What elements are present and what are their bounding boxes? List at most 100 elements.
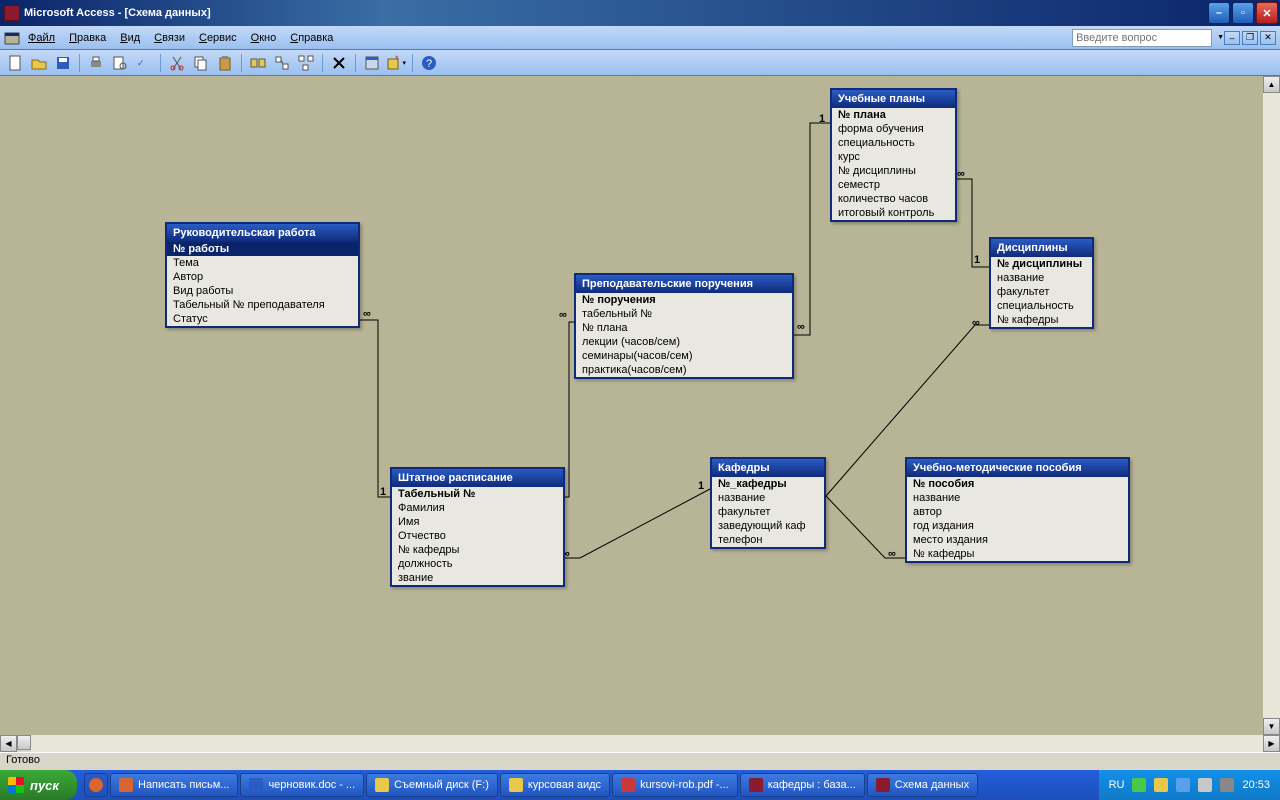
delete-icon[interactable] [328,52,350,74]
table-field[interactable]: № кафедры [907,547,1128,561]
table-field[interactable]: специальность [832,136,955,150]
table-field[interactable]: № дисциплины [991,257,1092,271]
show-all-icon[interactable] [295,52,317,74]
table-field[interactable]: практика(часов/сем) [576,363,792,377]
table-field[interactable]: Автор [167,270,358,284]
menu-edit[interactable]: Правка [69,32,106,44]
menu-file[interactable]: Файл [28,32,55,44]
mdi-close-button[interactable]: ✕ [1260,31,1276,45]
table-field[interactable]: № дисциплины [832,164,955,178]
question-dropdown-icon[interactable]: ▼ [1216,34,1224,41]
start-button[interactable]: пуск [0,770,77,800]
taskbar-item[interactable]: kursovi-rob.pdf -... [612,773,738,797]
cut-icon[interactable] [166,52,188,74]
table-field[interactable]: Табельный № преподавателя [167,298,358,312]
tray-icon-3[interactable] [1176,778,1190,792]
table-field[interactable]: лекции (часов/сем) [576,335,792,349]
qlaunch-firefox[interactable] [84,773,108,797]
open-icon[interactable] [28,52,50,74]
table-rukovoditelskaya-rabota[interactable]: Руководительская работа№ работыТемаАвтор… [165,222,360,328]
table-field[interactable]: семинары(часов/сем) [576,349,792,363]
db-window-icon[interactable] [361,52,383,74]
menu-view[interactable]: Вид [120,32,140,44]
table-field[interactable]: факультет [991,285,1092,299]
copy-icon[interactable] [190,52,212,74]
new-object-icon[interactable]: *▾ [385,52,407,74]
table-field[interactable]: № плана [832,108,955,122]
table-field[interactable]: Имя [392,515,563,529]
print-icon[interactable] [85,52,107,74]
table-title[interactable]: Руководительская работа [167,224,358,242]
table-field[interactable]: Статус [167,312,358,326]
tray-icon-1[interactable] [1132,778,1146,792]
help-icon[interactable]: ? [418,52,440,74]
relationships-canvas[interactable]: 1 ∞ 1 ∞ 1 ∞ 1 ∞ 1 ∞ 1 ∞ ∞ Руководительск… [0,76,1280,735]
restore-button[interactable]: ▫ [1232,2,1254,24]
print-preview-icon[interactable] [109,52,131,74]
table-field[interactable]: Отчество [392,529,563,543]
table-title[interactable]: Дисциплины [991,239,1092,257]
show-table-icon[interactable] [247,52,269,74]
table-prepodavatelskie-porucheniya[interactable]: Преподавательские поручения№ порученията… [574,273,794,379]
tray-icon-4[interactable] [1198,778,1212,792]
taskbar-item[interactable]: черновик.doc - ... [240,773,364,797]
new-icon[interactable] [4,52,26,74]
table-title[interactable]: Учебные планы [832,90,955,108]
table-title[interactable]: Преподавательские поручения [576,275,792,293]
taskbar-item[interactable]: Съемный диск (F:) [366,773,498,797]
language-indicator[interactable]: RU [1109,779,1125,791]
table-field[interactable]: автор [907,505,1128,519]
table-field[interactable]: семестр [832,178,955,192]
table-field[interactable]: Табельный № [392,487,563,501]
table-kafedry[interactable]: Кафедры№_кафедрыназваниефакультетзаведую… [710,457,826,549]
scroll-thumb[interactable] [17,735,31,750]
table-shtatnoe-raspisanie[interactable]: Штатное расписаниеТабельный №ФамилияИмяО… [390,467,565,587]
taskbar-item[interactable]: Написать письм... [110,773,238,797]
table-field[interactable]: название [712,491,824,505]
scroll-up-icon[interactable]: ▲ [1263,76,1280,93]
close-button[interactable]: ✕ [1256,2,1278,24]
table-field[interactable]: место издания [907,533,1128,547]
menu-help[interactable]: Справка [290,32,333,44]
table-uchebnye-plany[interactable]: Учебные планы№ планаформа обученияспециа… [830,88,957,222]
table-field[interactable]: № пособия [907,477,1128,491]
scroll-right-icon[interactable]: ▶ [1263,735,1280,752]
table-field[interactable]: телефон [712,533,824,547]
table-field[interactable]: № работы [167,242,358,256]
taskbar-item[interactable]: курсовая аидс [500,773,610,797]
minimize-button[interactable]: – [1208,2,1230,24]
tray-icon-2[interactable] [1154,778,1168,792]
table-field[interactable]: факультет [712,505,824,519]
save-icon[interactable] [52,52,74,74]
table-field[interactable]: № плана [576,321,792,335]
table-field[interactable]: Тема [167,256,358,270]
table-field[interactable]: Фамилия [392,501,563,515]
help-question-input[interactable] [1072,29,1212,47]
table-field[interactable]: табельный № [576,307,792,321]
table-field[interactable]: курс [832,150,955,164]
table-field[interactable]: количество часов [832,192,955,206]
taskbar-item[interactable]: кафедры : база... [740,773,865,797]
table-field[interactable]: Вид работы [167,284,358,298]
table-field[interactable]: № поручения [576,293,792,307]
table-title[interactable]: Штатное расписание [392,469,563,487]
menu-tools[interactable]: Сервис [199,32,237,44]
horizontal-scrollbar[interactable]: ◀ ▶ [0,735,1280,752]
paste-icon[interactable] [214,52,236,74]
mdi-restore-button[interactable]: ❐ [1242,31,1258,45]
mdi-minimize-button[interactable]: – [1224,31,1240,45]
table-field[interactable]: звание [392,571,563,585]
menu-window[interactable]: Окно [251,32,277,44]
scroll-left-icon[interactable]: ◀ [0,735,17,752]
table-field[interactable]: № кафедры [991,313,1092,327]
table-field[interactable]: название [907,491,1128,505]
table-field[interactable]: заведующий каф [712,519,824,533]
show-direct-icon[interactable] [271,52,293,74]
table-field[interactable]: форма обучения [832,122,955,136]
menu-relations[interactable]: Связи [154,32,185,44]
table-title[interactable]: Кафедры [712,459,824,477]
spell-icon[interactable]: ✓ [133,52,155,74]
table-uchebno-metodicheskie-posobiya[interactable]: Учебно-методические пособия№ пособияназв… [905,457,1130,563]
table-title[interactable]: Учебно-методические пособия [907,459,1128,477]
table-field[interactable]: №_кафедры [712,477,824,491]
